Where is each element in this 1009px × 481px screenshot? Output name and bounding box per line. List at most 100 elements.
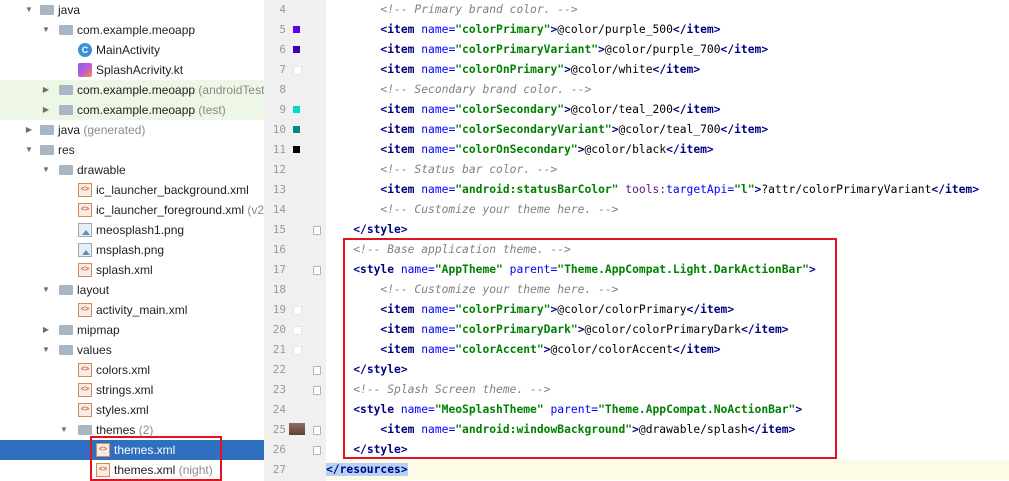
tree-item[interactable]: ▼ values (0, 340, 264, 360)
color-swatch-icon[interactable] (293, 126, 300, 133)
tree-item[interactable]: msplash.png (0, 240, 264, 260)
code-line[interactable]: <item name="colorSecondaryVariant">@colo… (326, 120, 1009, 140)
color-swatch-icon[interactable] (293, 26, 300, 33)
tree-item[interactable]: SplashAcrivity.kt (0, 60, 264, 80)
tree-item[interactable]: <> colors.xml (0, 360, 264, 380)
code-line[interactable]: <!-- Base application theme. --> (326, 240, 1009, 260)
folder-icon (40, 125, 54, 135)
code-line[interactable]: <!-- Status bar color. --> (326, 160, 1009, 180)
expand-arrow-icon[interactable]: ▼ (41, 280, 51, 300)
code-line[interactable]: <item name="colorAccent">@color/colorAcc… (326, 340, 1009, 360)
line-number: 14 (272, 203, 286, 216)
code-line[interactable]: <item name="colorPrimary">@color/purple_… (326, 20, 1009, 40)
tree-item[interactable]: <> ic_launcher_foreground.xml (v24) (0, 200, 264, 220)
tree-item-label: styles.xml (96, 403, 149, 417)
code-line[interactable]: </style> (326, 360, 1009, 380)
code-line[interactable]: <item name="colorPrimaryDark">@color/col… (326, 320, 1009, 340)
tree-item[interactable]: <> themes.xml (0, 440, 264, 460)
folder-icon (59, 285, 73, 295)
xml-file-icon: <> (78, 203, 92, 217)
expand-arrow-icon[interactable]: ▼ (41, 160, 51, 180)
expand-arrow-icon[interactable]: ▼ (59, 420, 69, 440)
code-line[interactable]: </style> (326, 440, 1009, 460)
code-line[interactable]: <!-- Secondary brand color. --> (326, 80, 1009, 100)
tree-item[interactable]: <> activity_main.xml (0, 300, 264, 320)
expand-arrow-icon[interactable]: ▼ (24, 0, 34, 20)
folder-icon (78, 425, 92, 435)
tree-item[interactable]: ▶ java (generated) (0, 120, 264, 140)
code-line[interactable]: <!-- Customize your theme here. --> (326, 200, 1009, 220)
tree-item[interactable]: <> themes.xml (night) (0, 460, 264, 480)
tree-item[interactable]: ▼ layout (0, 280, 264, 300)
color-swatch-icon[interactable] (293, 46, 300, 53)
tree-item[interactable]: <> splash.xml (0, 260, 264, 280)
line-number: 24 (272, 403, 286, 416)
code-line[interactable]: <style name="MeoSplashTheme" parent="The… (326, 400, 1009, 420)
line-number: 7 (279, 63, 286, 76)
code-line[interactable]: <item name="colorOnPrimary">@color/white… (326, 60, 1009, 80)
fold-marker-icon[interactable] (313, 446, 321, 455)
code-line[interactable]: <style name="AppTheme" parent="Theme.App… (326, 260, 1009, 280)
code-line[interactable]: </resources> (326, 460, 1009, 480)
tree-item[interactable]: ▶ com.example.meoapp (test) (0, 100, 264, 120)
tree-item[interactable]: ▼ res (0, 140, 264, 160)
line-number: 8 (279, 83, 286, 96)
collapse-arrow-icon[interactable]: ▶ (41, 100, 51, 120)
tree-item[interactable]: ▶ com.example.meoapp (androidTest) (0, 80, 264, 100)
color-swatch-icon[interactable] (293, 66, 302, 75)
tree-item[interactable]: <> ic_launcher_background.xml (0, 180, 264, 200)
collapse-arrow-icon[interactable]: ▶ (41, 80, 51, 100)
kotlin-file-icon (78, 63, 92, 77)
expand-arrow-icon[interactable]: ▼ (41, 340, 51, 360)
tree-item-label: meosplash1.png (96, 223, 185, 237)
tree-item-label: ic_launcher_foreground.xml (v24) (96, 200, 264, 220)
code-line[interactable]: <item name="android:windowBackground">@d… (326, 420, 1009, 440)
tree-item[interactable]: ▼ drawable (0, 160, 264, 180)
tree-item[interactable]: ▼ themes (2) (0, 420, 264, 440)
line-number: 20 (272, 323, 286, 336)
color-swatch-icon[interactable] (293, 326, 302, 335)
tree-item[interactable]: meosplash1.png (0, 220, 264, 240)
code-line[interactable]: <item name="colorPrimaryVariant">@color/… (326, 40, 1009, 60)
folder-icon (59, 325, 73, 335)
code-line[interactable]: <item name="colorSecondary">@color/teal_… (326, 100, 1009, 120)
expand-arrow-icon[interactable]: ▼ (24, 140, 34, 160)
tree-item-label: MainActivity (96, 43, 161, 57)
image-thumbnail-icon (289, 423, 305, 435)
xml-file-icon: <> (78, 383, 92, 397)
collapse-arrow-icon[interactable]: ▶ (24, 120, 34, 140)
folder-icon (59, 345, 73, 355)
collapse-arrow-icon[interactable]: ▶ (41, 320, 51, 340)
code-line[interactable]: <item name="colorOnSecondary">@color/bla… (326, 140, 1009, 160)
tree-item[interactable]: <> strings.xml (0, 380, 264, 400)
folder-icon (59, 85, 73, 95)
tree-item[interactable]: ▼ com.example.meoapp (0, 20, 264, 40)
color-swatch-icon[interactable] (293, 146, 300, 153)
tree-item[interactable]: <> styles.xml (0, 400, 264, 420)
tree-item[interactable]: ▶ mipmap (0, 320, 264, 340)
code-line[interactable]: <item name="android:statusBarColor" tool… (326, 180, 1009, 200)
project-tree: ▼ java ▼ com.example.meoapp C MainActivity Spl… (0, 0, 264, 481)
folder-icon (59, 25, 73, 35)
color-swatch-icon[interactable] (293, 106, 300, 113)
tree-item[interactable]: ▼ java (0, 0, 264, 20)
code-line[interactable]: <item name="colorPrimary">@color/colorPr… (326, 300, 1009, 320)
line-number: 12 (272, 163, 286, 176)
line-number: 19 (272, 303, 286, 316)
code-editor[interactable]: <!-- Primary brand color. --> <item name… (326, 0, 1009, 481)
fold-marker-icon[interactable] (313, 226, 321, 235)
code-line[interactable]: </style> (326, 220, 1009, 240)
color-swatch-icon[interactable] (293, 306, 302, 315)
tree-item[interactable]: C MainActivity (0, 40, 264, 60)
code-line[interactable]: <!-- Primary brand color. --> (326, 0, 1009, 20)
fold-marker-icon[interactable] (313, 366, 321, 375)
fold-marker-icon[interactable] (313, 266, 321, 275)
fold-marker-icon[interactable] (313, 426, 321, 435)
expand-arrow-icon[interactable]: ▼ (41, 20, 51, 40)
color-swatch-icon[interactable] (293, 346, 302, 355)
fold-marker-icon[interactable] (313, 386, 321, 395)
tree-item-label: res (58, 143, 75, 157)
tree-item-label: activity_main.xml (96, 303, 188, 317)
code-line[interactable]: <!-- Customize your theme here. --> (326, 280, 1009, 300)
code-line[interactable]: <!-- Splash Screen theme. --> (326, 380, 1009, 400)
